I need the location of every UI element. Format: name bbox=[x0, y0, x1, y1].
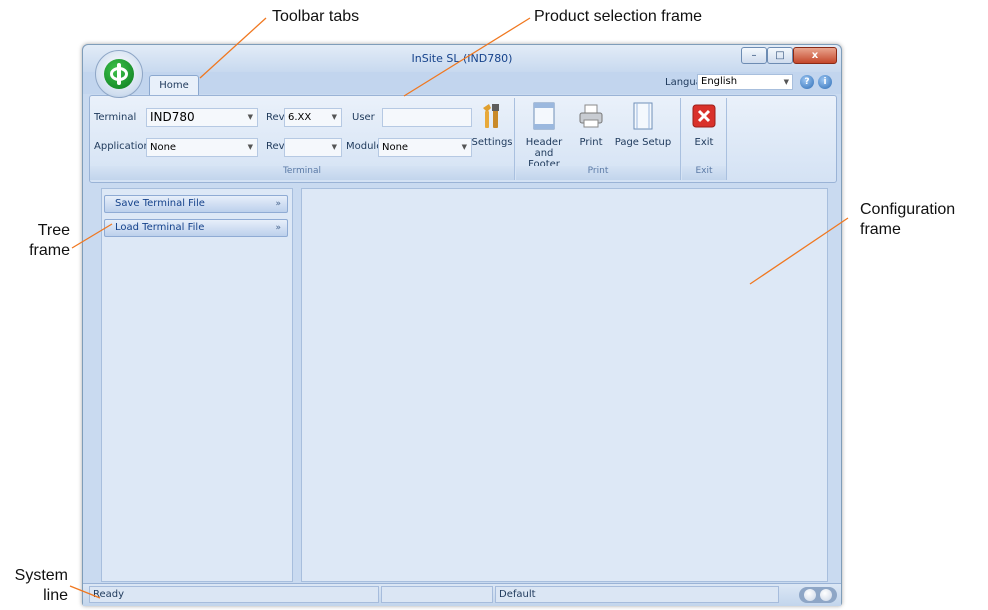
status-ready: Ready bbox=[89, 586, 379, 603]
exit-icon bbox=[692, 104, 716, 128]
exit-group-label: Exit bbox=[682, 166, 726, 180]
save-terminal-file-label: Save Terminal File bbox=[115, 198, 205, 209]
print-button[interactable]: Print bbox=[574, 102, 608, 148]
application-value: None bbox=[150, 142, 177, 153]
toolbar-tabs: Home Language English ▼ ? i bbox=[83, 72, 841, 95]
module-value: None bbox=[382, 142, 409, 153]
print-label: Print bbox=[579, 137, 603, 148]
app-logo-icon bbox=[104, 59, 134, 89]
terminal-value: IND780 bbox=[150, 110, 195, 124]
chevron-down-icon: ▼ bbox=[247, 113, 253, 121]
application-label: Application bbox=[94, 141, 150, 152]
rev-select[interactable]: 6.XX ▼ bbox=[284, 108, 342, 127]
language-select[interactable]: English ▼ bbox=[697, 74, 793, 90]
callout-toolbar-tabs: Toolbar tabs bbox=[272, 8, 360, 25]
minimize-button[interactable]: – bbox=[741, 47, 767, 64]
system-line: Ready Default bbox=[83, 583, 841, 606]
header-footer-icon bbox=[533, 102, 555, 130]
maximize-button[interactable]: □ bbox=[767, 47, 793, 64]
tab-home[interactable]: Home bbox=[149, 75, 199, 95]
title-bar: InSite SL (IND780) – □ x bbox=[83, 45, 841, 72]
ribbon: Terminal IND780 ▼ Rev. 6.XX ▼ User Applica… bbox=[89, 95, 837, 183]
print-group: Header and Footer Print Page Setup Print bbox=[516, 98, 681, 180]
close-button[interactable]: x bbox=[793, 47, 837, 64]
chevron-down-icon: ▼ bbox=[331, 143, 337, 151]
page-setup-icon bbox=[633, 102, 653, 130]
status-middle bbox=[381, 586, 493, 603]
callout-tree-frame: Tree frame bbox=[29, 222, 70, 259]
settings-button[interactable]: Settings bbox=[470, 102, 514, 148]
page-setup-label: Page Setup bbox=[614, 137, 672, 148]
info-icon[interactable]: i bbox=[818, 75, 832, 89]
module-label: Module bbox=[346, 141, 383, 152]
user-input[interactable] bbox=[382, 108, 472, 127]
exit-group: Exit Exit bbox=[682, 98, 727, 180]
printer-icon bbox=[579, 104, 603, 128]
chevron-down-icon: ▼ bbox=[783, 78, 789, 86]
app-window: InSite SL (IND780) – □ x Home Language E… bbox=[82, 44, 842, 606]
tree-frame: Save Terminal File » Load Terminal File … bbox=[101, 188, 293, 582]
double-chevron-down-icon: » bbox=[275, 199, 281, 209]
chevron-down-icon: ▼ bbox=[331, 113, 337, 121]
terminal-select[interactable]: IND780 ▼ bbox=[146, 108, 258, 127]
rev2-select[interactable]: ▼ bbox=[284, 138, 342, 157]
tools-icon bbox=[483, 104, 499, 128]
status-indicator-icon bbox=[799, 587, 837, 603]
terminal-group: Terminal IND780 ▼ Rev. 6.XX ▼ User Applica… bbox=[90, 98, 515, 180]
module-select[interactable]: None ▼ bbox=[378, 138, 472, 157]
chevron-down-icon: ▼ bbox=[461, 143, 467, 151]
chevron-down-icon: ▼ bbox=[247, 143, 253, 151]
double-chevron-down-icon: » bbox=[275, 223, 281, 233]
load-terminal-file-label: Load Terminal File bbox=[115, 222, 205, 233]
status-default: Default bbox=[495, 586, 779, 603]
terminal-label: Terminal bbox=[94, 112, 137, 123]
exit-button[interactable]: Exit bbox=[686, 102, 722, 148]
page-setup-button[interactable]: Page Setup bbox=[612, 102, 674, 148]
help-icon[interactable]: ? bbox=[800, 75, 814, 89]
save-terminal-file-button[interactable]: Save Terminal File » bbox=[104, 195, 288, 213]
app-logo-button[interactable] bbox=[95, 50, 143, 98]
callout-configuration-frame: Configuration frame bbox=[860, 201, 956, 238]
language-value: English bbox=[701, 76, 738, 87]
header-footer-button[interactable]: Header and Footer bbox=[518, 102, 570, 170]
window-title: InSite SL (IND780) bbox=[411, 52, 513, 65]
settings-label: Settings bbox=[471, 137, 513, 148]
exit-label: Exit bbox=[694, 137, 714, 148]
callout-system-line: System line bbox=[14, 567, 68, 604]
configuration-frame bbox=[301, 188, 828, 582]
user-label: User bbox=[352, 112, 375, 123]
application-select[interactable]: None ▼ bbox=[146, 138, 258, 157]
callout-product-selection-frame: Product selection frame bbox=[534, 8, 703, 25]
load-terminal-file-button[interactable]: Load Terminal File » bbox=[104, 219, 288, 237]
rev-value: 6.XX bbox=[288, 112, 312, 123]
terminal-group-label: Terminal bbox=[90, 166, 514, 180]
print-group-label: Print bbox=[516, 166, 680, 180]
